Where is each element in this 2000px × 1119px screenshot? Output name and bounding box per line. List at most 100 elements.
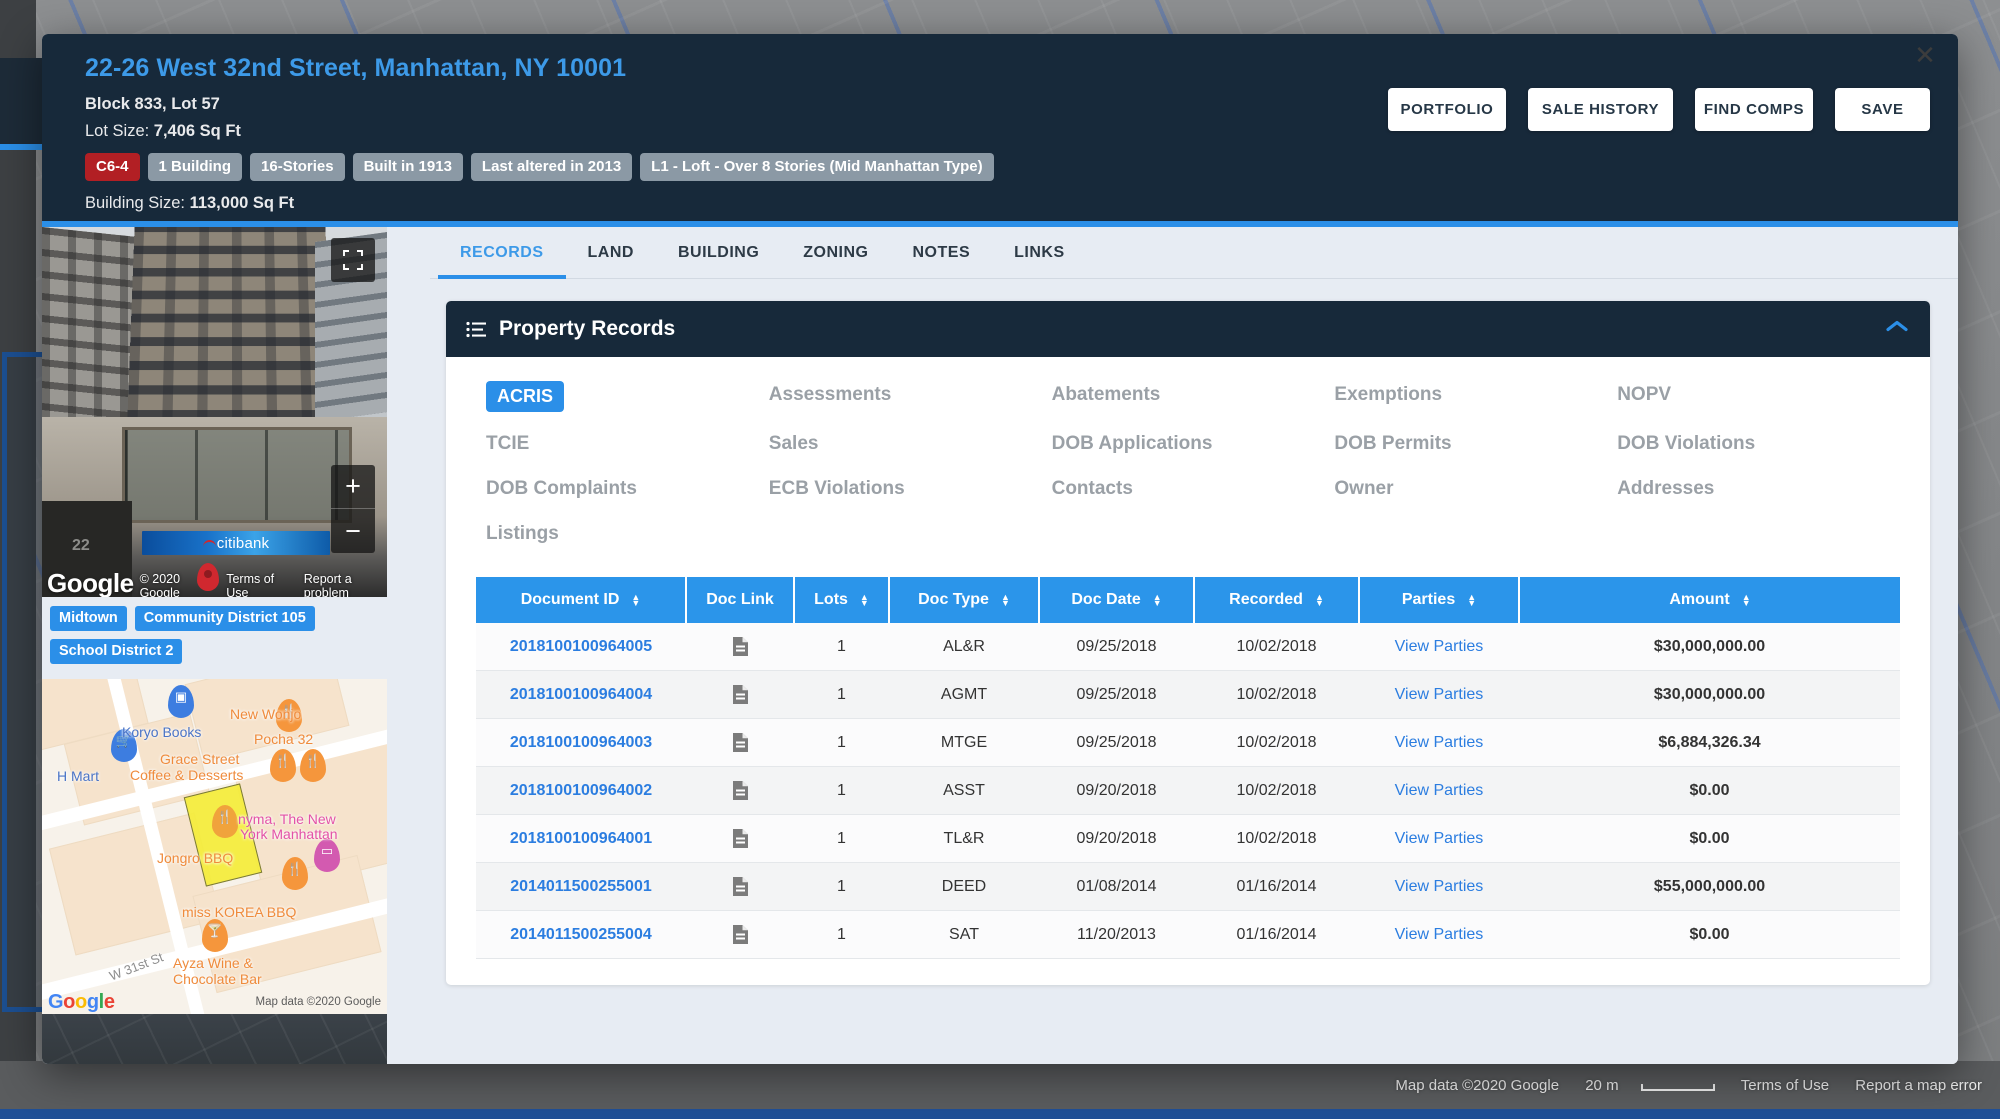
record-category-abatements[interactable]: Abatements [1052, 381, 1335, 408]
tab-building[interactable]: BUILDING [656, 227, 781, 279]
sort-toggle-icon[interactable]: ▲ ▼ [1315, 592, 1324, 607]
record-category-nopv[interactable]: NOPV [1617, 381, 1900, 408]
view-parties-link[interactable]: View Parties [1395, 878, 1484, 895]
record-category-addresses[interactable]: Addresses [1617, 475, 1900, 502]
close-icon[interactable]: ✕ [1910, 40, 1940, 70]
table-row[interactable]: 2014011500255004 1 SAT 11/20/2013 01/16/2014… [476, 910, 1900, 959]
zoom-in-icon[interactable]: + [331, 465, 375, 509]
street-view-report-link[interactable]: Report a problem [304, 572, 387, 597]
geo-badge[interactable]: Midtown [50, 606, 127, 631]
document-id-link[interactable]: 2018100100964001 [510, 830, 652, 847]
record-category-listings[interactable]: Listings [486, 520, 769, 547]
view-parties-link[interactable]: View Parties [1395, 830, 1484, 847]
tab-records[interactable]: RECORDS [438, 227, 566, 279]
column-header-amount[interactable]: Amount ▲ ▼ [1519, 577, 1900, 623]
map-pin-pocha32-icon[interactable]: 🍴 [300, 749, 326, 782]
table-row[interactable]: 2018100100964001 1 TL&R 09/20/2018 10/02/201… [476, 814, 1900, 863]
record-category-sales[interactable]: Sales [769, 430, 1052, 457]
table-row[interactable]: 2018100100964005 1 AL&R 09/25/2018 10/02/201… [476, 623, 1900, 671]
document-icon[interactable] [686, 862, 794, 911]
map-pin-jongro-bbq-icon[interactable]: 🍴 [212, 805, 238, 838]
tab-zoning[interactable]: ZONING [781, 227, 890, 279]
document-icon[interactable] [686, 670, 794, 719]
sort-toggle-icon[interactable]: ▲ ▼ [1001, 592, 1010, 607]
street-view-zoom-controls[interactable]: + − [331, 465, 375, 553]
view-parties-link[interactable]: View Parties [1395, 638, 1484, 655]
map-pin-grace-street-icon[interactable]: 🍴 [270, 749, 296, 782]
fullscreen-icon[interactable] [331, 238, 375, 282]
table-row[interactable]: 2014011500255001 1 DEED 01/08/2014 01/16/201… [476, 862, 1900, 911]
sort-toggle-icon[interactable]: ▲ ▼ [1742, 592, 1751, 607]
mini-map[interactable]: ▣ 🛒 🍴 🍴 🍴 🍴 ▭ 🍴 🍸 Koryo Books H Mart New W… [42, 679, 387, 1014]
column-header-document-id[interactable]: Document ID ▲ ▼ [476, 577, 687, 623]
zoom-out-icon[interactable]: − [331, 509, 375, 553]
view-parties-link[interactable]: View Parties [1395, 926, 1484, 943]
column-header-parties[interactable]: Parties ▲ ▼ [1359, 577, 1520, 623]
tab-links[interactable]: LINKS [992, 227, 1087, 279]
cell-parties: View Parties [1359, 718, 1519, 767]
document-id-link[interactable]: 2018100100964002 [510, 782, 652, 799]
document-icon[interactable] [686, 814, 794, 863]
table-row[interactable]: 2018100100964004 1 AGMT 09/25/2018 10/02/201… [476, 670, 1900, 719]
page-title[interactable]: 22-26 West 32nd Street, Manhattan, NY 10… [85, 54, 1932, 83]
column-header-doc-date[interactable]: Doc Date ▲ ▼ [1039, 577, 1195, 623]
record-category-ecb-violations[interactable]: ECB Violations [769, 475, 1052, 502]
geo-badge-row: Midtown Community District 105 [50, 606, 430, 631]
record-category-contacts[interactable]: Contacts [1052, 475, 1335, 502]
map-pin-ayza-wine-icon[interactable]: 🍸 [202, 919, 228, 952]
background-terms-link[interactable]: Terms of Use [1741, 1077, 1829, 1094]
street-view-terms-link[interactable]: Terms of Use [226, 572, 290, 597]
record-category-exemptions[interactable]: Exemptions [1334, 381, 1617, 408]
cell-amount: $0.00 [1519, 910, 1900, 959]
record-category-owner[interactable]: Owner [1334, 475, 1617, 502]
document-id-link[interactable]: 2018100100964005 [510, 638, 652, 655]
geo-badge[interactable]: School District 2 [50, 639, 183, 664]
sort-toggle-icon[interactable]: ▲ ▼ [1153, 592, 1162, 607]
document-id-link[interactable]: 2018100100964004 [510, 686, 652, 703]
sort-toggle-icon[interactable]: ▲ ▼ [860, 592, 869, 607]
record-category-dob-complaints[interactable]: DOB Complaints [486, 475, 769, 502]
column-header-doc-link[interactable]: Doc Link [686, 577, 795, 623]
record-category-tcie[interactable]: TCIE [486, 430, 769, 457]
document-icon[interactable] [686, 623, 794, 671]
record-category-dob-violations[interactable]: DOB Violations [1617, 430, 1900, 457]
view-parties-link[interactable]: View Parties [1395, 734, 1484, 751]
record-category-dob-applications[interactable]: DOB Applications [1052, 430, 1335, 457]
record-category-dob-permits[interactable]: DOB Permits [1334, 430, 1617, 457]
street-view-panel[interactable]: citibank 22 + − Google © 2020 Google Ter… [42, 227, 387, 597]
document-id-link[interactable]: 2018100100964003 [510, 734, 652, 751]
map-pin-miss-korea-icon[interactable]: 🍴 [282, 857, 308, 890]
table-row[interactable]: 2018100100964002 1 ASST 09/20/2018 10/02/201… [476, 766, 1900, 815]
save-button[interactable]: SAVE [1835, 88, 1930, 131]
find-comps-button[interactable]: FIND COMPS [1695, 88, 1813, 131]
document-id-link[interactable]: 2014011500255001 [510, 878, 652, 895]
sale-history-button[interactable]: SALE HISTORY [1528, 88, 1673, 131]
cell-recorded: 01/16/2014 [1194, 910, 1359, 959]
cell-amount: $30,000,000.00 [1519, 623, 1900, 671]
chevron-up-icon[interactable] [1886, 320, 1908, 339]
column-header-label: Lots [814, 591, 848, 608]
view-parties-link[interactable]: View Parties [1395, 782, 1484, 799]
table-row[interactable]: 2018100100964003 1 MTGE 09/25/2018 10/02/201… [476, 718, 1900, 767]
column-header-lots[interactable]: Lots ▲ ▼ [794, 577, 890, 623]
background-report-link[interactable]: Report a map error [1855, 1077, 1982, 1094]
tab-notes[interactable]: NOTES [891, 227, 993, 279]
document-icon[interactable] [686, 766, 794, 815]
record-category-assessments[interactable]: Assessments [769, 381, 1052, 408]
geo-badge[interactable]: Community District 105 [134, 606, 315, 631]
document-icon[interactable] [686, 910, 794, 959]
sort-toggle-icon[interactable]: ▲ ▼ [1467, 592, 1476, 607]
portfolio-button[interactable]: PORTFOLIO [1388, 88, 1506, 131]
cell-document-id: 2018100100964004 [476, 670, 686, 719]
column-header-label: Doc Type [918, 591, 989, 608]
view-parties-link[interactable]: View Parties [1395, 686, 1484, 703]
tab-land[interactable]: LAND [566, 227, 656, 279]
record-category-acris[interactable]: ACRIS [486, 381, 565, 412]
sort-toggle-icon[interactable]: ▲ ▼ [631, 592, 640, 607]
map-pin-koryo-books-icon[interactable]: ▣ [168, 685, 194, 718]
map-pin-nyma-hotel-icon[interactable]: ▭ [314, 839, 340, 872]
document-icon[interactable] [686, 718, 794, 767]
column-header-recorded[interactable]: Recorded ▲ ▼ [1194, 577, 1360, 623]
document-id-link[interactable]: 2014011500255004 [510, 926, 652, 943]
column-header-doc-type[interactable]: Doc Type ▲ ▼ [889, 577, 1040, 623]
